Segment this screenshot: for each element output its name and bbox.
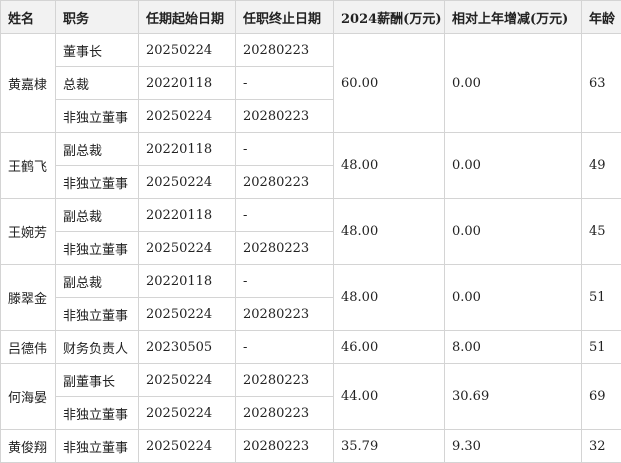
role-end-date: 20280223 xyxy=(235,363,334,397)
executive-age: 51 xyxy=(581,330,621,364)
executive-name: 王婉芳 xyxy=(0,198,56,265)
executive-salary-change: 8.00 xyxy=(444,330,582,364)
role-start-date: 20220118 xyxy=(138,264,236,298)
executive-age: 32 xyxy=(581,429,621,463)
executive-age: 63 xyxy=(581,33,621,133)
table-body: 黄嘉棣 董事长 20250224 20280223 60.00 0.00 63 总裁 20220… xyxy=(0,33,621,463)
role-position: 副总裁 xyxy=(55,198,139,232)
role-start-date: 20250224 xyxy=(138,231,236,265)
table-row: 吕德伟 财务负责人 20230505-46.00 8.00 51 xyxy=(0,330,621,364)
executive-name: 王鹤飞 xyxy=(0,132,56,199)
executive-name: 滕翠金 xyxy=(0,264,56,331)
header-end-date: 任职终止日期 xyxy=(235,0,334,34)
table-row: 滕翠金 副总裁 20220118-48.00 0.00 51 xyxy=(0,264,621,331)
executive-age: 49 xyxy=(581,132,621,199)
role-end-date: 20280223 xyxy=(235,297,334,331)
executive-name: 黄嘉棣 xyxy=(0,33,56,133)
executive-salary-change: 0.00 xyxy=(444,264,582,331)
role-end-date: - xyxy=(235,66,334,100)
executive-salary: 60.00 xyxy=(333,33,445,133)
executive-salary-change: 30.69 xyxy=(444,363,582,430)
role-position: 非独立董事 xyxy=(55,165,139,199)
role-end-date: 20280223 xyxy=(235,429,334,463)
table-row: 王婉芳 副总裁 20220118-48.00 0.00 45 xyxy=(0,198,621,265)
header-position: 职务 xyxy=(55,0,139,34)
executive-age: 69 xyxy=(581,363,621,430)
role-position: 非独立董事 xyxy=(55,231,139,265)
role-end-date: 20280223 xyxy=(235,231,334,265)
header-name: 姓名 xyxy=(0,0,56,34)
role-end-date: - xyxy=(235,198,334,232)
role-start-date: 20250224 xyxy=(138,429,236,463)
role-position: 副总裁 xyxy=(55,132,139,166)
header-row: 姓名 职务 任期起始日期 任职终止日期 2024薪酬(万元) 相对上年增减(万元… xyxy=(0,0,621,34)
role-end-date: - xyxy=(235,330,334,364)
executive-salary: 46.00 xyxy=(333,330,445,364)
table-row: 黄俊翔 非独立董事 20250224 20280223 35.79 9.30 32 xyxy=(0,429,621,463)
header-change: 相对上年增减(万元) xyxy=(444,0,582,34)
role-position: 非独立董事 xyxy=(55,297,139,331)
table-row: 黄嘉棣 董事长 20250224 20280223 60.00 0.00 63 xyxy=(0,33,621,133)
role-end-date: - xyxy=(235,132,334,166)
role-start-date: 20250224 xyxy=(138,99,236,133)
executive-salary: 44.00 xyxy=(333,363,445,430)
header-start-date: 任期起始日期 xyxy=(138,0,236,34)
role-start-date: 20250224 xyxy=(138,363,236,397)
role-start-date: 20250224 xyxy=(138,33,236,67)
table-row: 王鹤飞 副总裁 20220118-48.00 0.00 49 xyxy=(0,132,621,199)
table-row: 何海晏 副董事长 20250224 20280223 44.00 30.69 69 xyxy=(0,363,621,430)
executive-salary-change: 9.30 xyxy=(444,429,582,463)
executive-salary: 48.00 xyxy=(333,132,445,199)
executive-salary: 35.79 xyxy=(333,429,445,463)
executive-name: 何海晏 xyxy=(0,363,56,430)
executive-name: 吕德伟 xyxy=(0,330,56,364)
executive-salary: 48.00 xyxy=(333,198,445,265)
role-position: 财务负责人 xyxy=(55,330,139,364)
header-salary: 2024薪酬(万元) xyxy=(333,0,445,34)
role-end-date: - xyxy=(235,264,334,298)
role-start-date: 20230505 xyxy=(138,330,236,364)
role-position: 董事长 xyxy=(55,33,139,67)
role-end-date: 20280223 xyxy=(235,99,334,133)
role-position: 副总裁 xyxy=(55,264,139,298)
role-start-date: 20220118 xyxy=(138,198,236,232)
role-position: 总裁 xyxy=(55,66,139,100)
role-end-date: 20280223 xyxy=(235,396,334,430)
executive-age: 45 xyxy=(581,198,621,265)
role-position: 非独立董事 xyxy=(55,429,139,463)
role-start-date: 20250224 xyxy=(138,297,236,331)
executive-age: 51 xyxy=(581,264,621,331)
executive-salary-change: 0.00 xyxy=(444,198,582,265)
role-start-date: 20250224 xyxy=(138,396,236,430)
role-end-date: 20280223 xyxy=(235,33,334,67)
executive-name: 黄俊翔 xyxy=(0,429,56,463)
role-end-date: 20280223 xyxy=(235,165,334,199)
executive-salary: 48.00 xyxy=(333,264,445,331)
header-age: 年龄 xyxy=(581,0,621,34)
role-start-date: 20250224 xyxy=(138,165,236,199)
role-start-date: 20220118 xyxy=(138,66,236,100)
role-position: 非独立董事 xyxy=(55,396,139,430)
role-position: 副董事长 xyxy=(55,363,139,397)
executive-compensation-table: 姓名 职务 任期起始日期 任职终止日期 2024薪酬(万元) 相对上年增减(万元… xyxy=(0,0,621,463)
executive-salary-change: 0.00 xyxy=(444,33,582,133)
role-position: 非独立董事 xyxy=(55,99,139,133)
role-start-date: 20220118 xyxy=(138,132,236,166)
executive-salary-change: 0.00 xyxy=(444,132,582,199)
